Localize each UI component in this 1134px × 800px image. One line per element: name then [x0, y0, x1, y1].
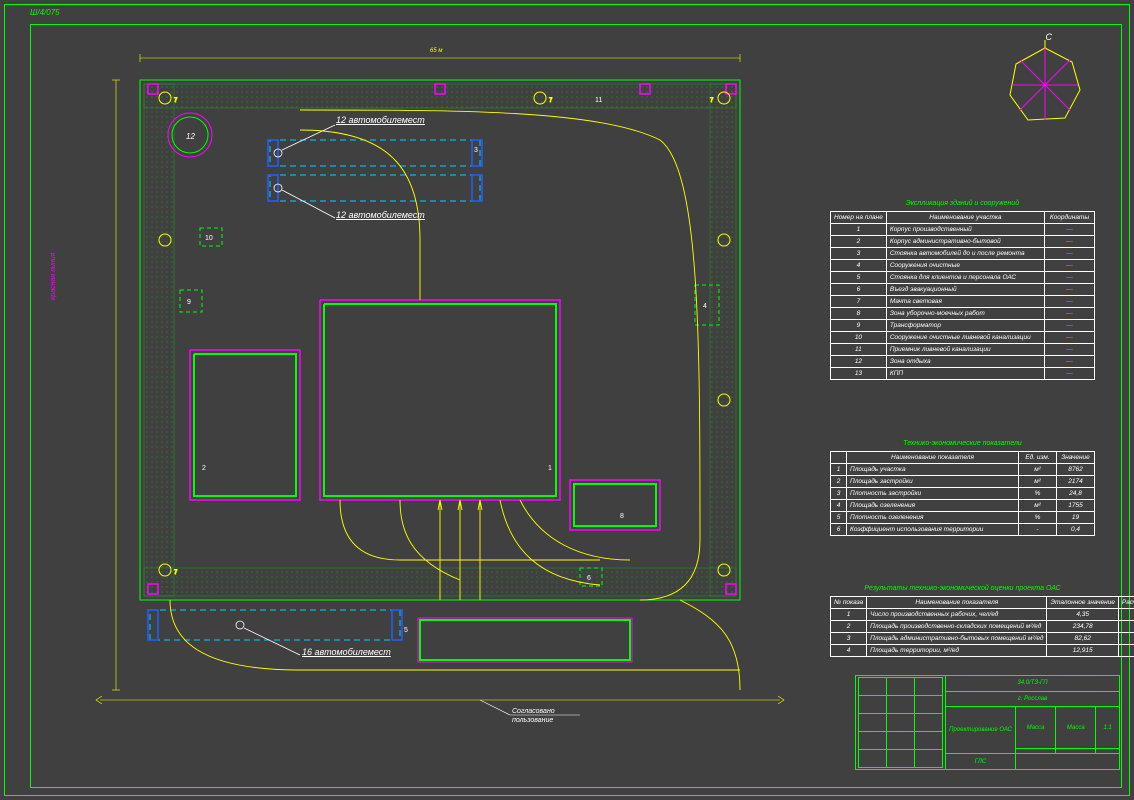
tep-table: Технико-экономические показатели Наимено… [830, 440, 1095, 536]
title-block: 34.0/ТЗ-ГП г. Росслав Проектирование ОАС… [855, 675, 1120, 770]
bottom-note-2: пользование [512, 717, 553, 724]
annot-parking-12a: 12 автомобилемест [336, 115, 425, 125]
svg-text:1: 1 [548, 465, 552, 472]
drawing-number: Ш/4/075 [30, 8, 60, 17]
svg-text:4: 4 [703, 303, 707, 310]
svg-text:8: 8 [620, 513, 624, 520]
dim-top: 65 м [430, 48, 442, 54]
svg-text:12: 12 [186, 132, 195, 141]
svg-text:2: 2 [202, 465, 206, 472]
results-title: Результаты технико-экономической оценки … [830, 585, 1095, 592]
svg-text:9: 9 [187, 299, 191, 306]
annot-parking-12b: 12 автомобилемест [336, 210, 425, 220]
svg-text:11: 11 [595, 97, 602, 104]
compass-rose [1000, 40, 1090, 130]
svg-text:3: 3 [474, 147, 478, 154]
tep-title: Технико-экономические показатели [830, 440, 1095, 447]
annot-parking-16: 16 автомобилемест [302, 647, 391, 657]
tb-code: 34.0/ТЗ-ГП [946, 676, 1120, 692]
bottom-note-1: Согласовано [512, 708, 555, 715]
svg-text:10: 10 [205, 235, 213, 242]
right-panel: С Экспликация зданий и сооружений Номер … [830, 30, 1120, 770]
explication-title: Экспликация зданий и сооружений [830, 200, 1095, 207]
tb-bottom: ГЛС [946, 754, 1016, 770]
tb-proj1: Проектирование ОАС [946, 707, 1016, 754]
side-label: красная линия [50, 253, 57, 300]
svg-text:6: 6 [587, 575, 591, 582]
explication-table: Экспликация зданий и сооружений Номер на… [830, 200, 1095, 380]
results-table: Результаты технико-экономической оценки … [830, 585, 1095, 657]
svg-text:5: 5 [404, 627, 408, 634]
tb-name: г. Росслав [946, 691, 1120, 707]
site-plan: 12 10 9 4 6 5 1 2 3 8 [40, 40, 800, 730]
